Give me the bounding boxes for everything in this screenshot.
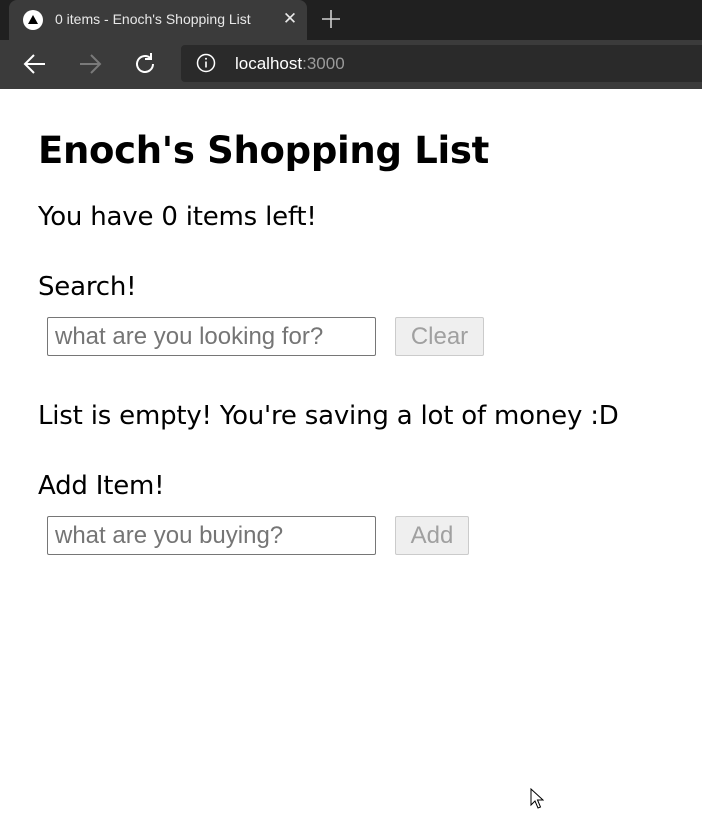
plus-icon[interactable] — [320, 8, 342, 30]
triangle-logo-icon — [23, 10, 43, 30]
items-left-text: You have 0 items left! — [38, 202, 317, 232]
toolbar: localhost:3000 — [0, 40, 702, 89]
search-label: Search! — [38, 272, 137, 302]
tab-active[interactable]: 0 items - Enoch's Shopping List ✕ — [9, 0, 307, 40]
search-input[interactable] — [47, 317, 376, 356]
clear-button[interactable]: Clear — [395, 317, 484, 356]
page-content: Enoch's Shopping List You have 0 items l… — [0, 89, 702, 824]
add-item-input[interactable] — [47, 516, 376, 555]
tab-strip: 0 items - Enoch's Shopping List ✕ — [0, 0, 702, 40]
browser-chrome: 0 items - Enoch's Shopping List ✕ localh… — [0, 0, 702, 89]
reload-icon[interactable] — [132, 51, 158, 77]
url-text[interactable]: localhost:3000 — [235, 54, 345, 74]
info-icon[interactable] — [196, 53, 216, 73]
page-title: Enoch's Shopping List — [38, 129, 489, 172]
arrow-right-icon[interactable] — [77, 51, 103, 77]
empty-list-message: List is empty! You're saving a lot of mo… — [38, 401, 619, 431]
add-item-label: Add Item! — [38, 471, 165, 501]
close-icon[interactable]: ✕ — [280, 9, 300, 29]
tab-title: 0 items - Enoch's Shopping List — [55, 11, 251, 27]
add-button[interactable]: Add — [395, 516, 469, 555]
mouse-cursor-icon — [530, 788, 544, 809]
url-port: :3000 — [302, 54, 345, 73]
arrow-left-icon[interactable] — [22, 51, 48, 77]
address-bar[interactable]: localhost:3000 — [181, 45, 702, 82]
url-host: localhost — [235, 54, 303, 73]
